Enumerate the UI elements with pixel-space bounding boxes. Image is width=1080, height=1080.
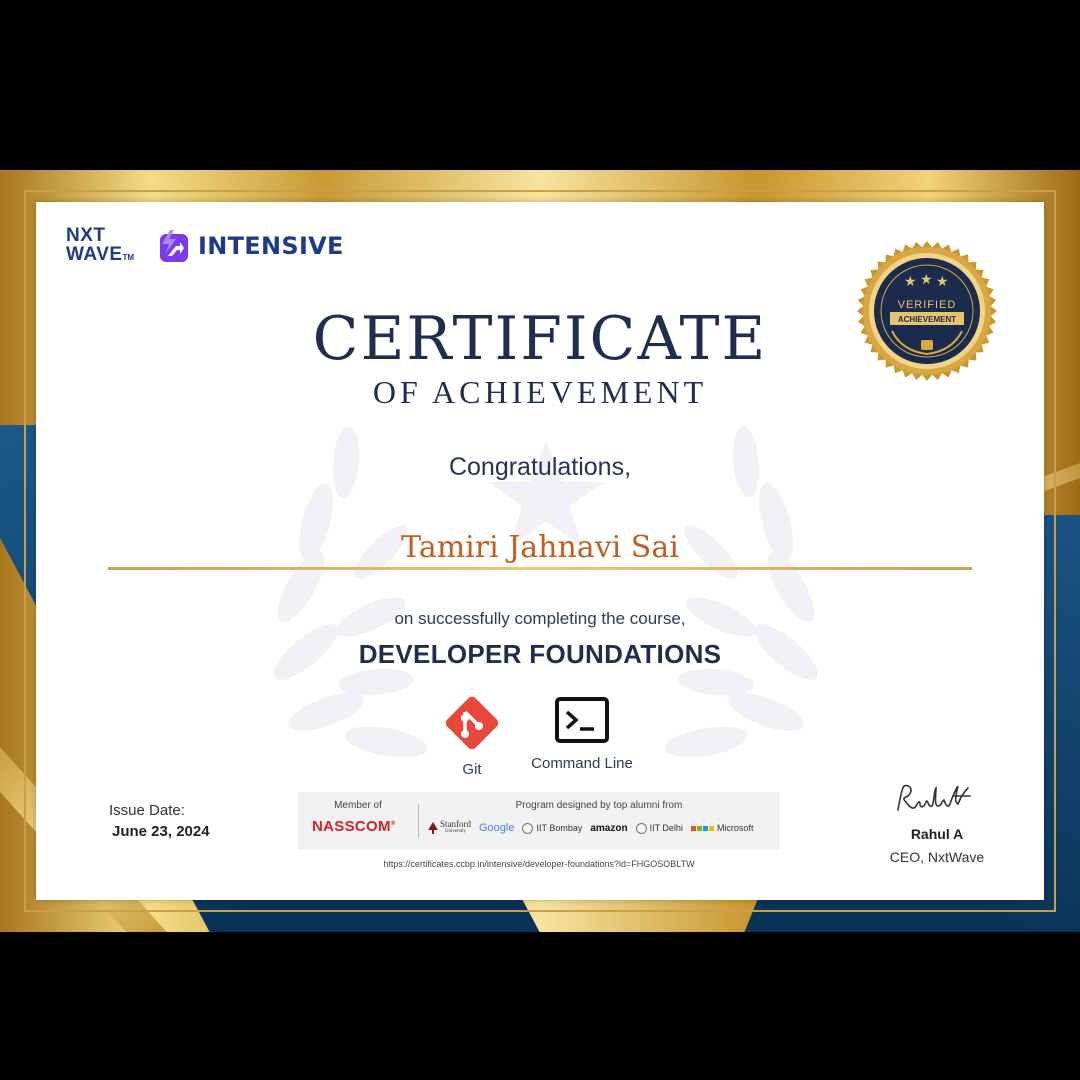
certificate-title: CERTIFICATE bbox=[312, 304, 768, 374]
program-designed-label: Program designed by top alumni from bbox=[515, 800, 683, 811]
tool-command-line: Command Line bbox=[520, 696, 644, 773]
iit-bombay-emblem-icon bbox=[522, 822, 534, 834]
amazon-logo: amazon bbox=[590, 822, 628, 834]
partners-panel: Member of NASSCOM® Program designed by t… bbox=[298, 792, 780, 850]
alumni-logos-row: Stanford University Google IIT Bombay am… bbox=[428, 819, 776, 837]
microsoft-logo: Microsoft bbox=[690, 823, 753, 833]
signature-image bbox=[897, 784, 971, 811]
issue-date-value: June 23, 2024 bbox=[112, 823, 210, 840]
svg-text:★: ★ bbox=[936, 274, 949, 290]
congratulations-text: Congratulations, bbox=[448, 453, 632, 481]
issue-date-label: Issue Date: bbox=[109, 802, 185, 819]
iit-bombay-logo: IIT Bombay bbox=[522, 822, 582, 834]
tool-git: Git bbox=[432, 690, 512, 779]
microsoft-squares-icon bbox=[690, 825, 714, 831]
certificate-frame: NXT WAVETM INTENSIVE ★ ★ ★ VERIFIED ACHI… bbox=[0, 170, 1080, 932]
verification-url[interactable]: https://certificates.ccbp.in/intensive/d… bbox=[298, 859, 780, 869]
signatory-name: Rahul A bbox=[910, 826, 964, 842]
intensive-bolt-icon bbox=[160, 230, 188, 262]
member-of-label: Member of bbox=[334, 800, 382, 811]
nxtwave-logo-line1: NXT bbox=[66, 225, 106, 246]
tool-command-line-label: Command Line bbox=[531, 755, 633, 772]
intensive-logo: INTENSIVE bbox=[156, 224, 344, 268]
terminal-icon bbox=[555, 697, 609, 743]
iit-delhi-logo: IIT Delhi bbox=[635, 822, 683, 834]
course-name: DEVELOPER FOUNDATIONS bbox=[358, 639, 722, 669]
certificate-card: NXT WAVETM INTENSIVE ★ ★ ★ VERIFIED ACHI… bbox=[36, 202, 1044, 900]
certificate-subtitle: OF ACHIEVEMENT bbox=[372, 374, 708, 410]
stanford-tree-icon bbox=[428, 822, 438, 834]
trademark-mark: TM bbox=[122, 253, 135, 262]
signatory-role: CEO, NxtWave bbox=[889, 849, 985, 865]
svg-text:★: ★ bbox=[904, 274, 917, 290]
name-underline bbox=[108, 567, 972, 570]
stanford-logo: Stanford University bbox=[428, 820, 471, 836]
completion-text: on successfully completing the course, bbox=[394, 609, 686, 628]
git-icon bbox=[445, 696, 499, 750]
google-logo: Google bbox=[479, 822, 515, 834]
tool-git-label: Git bbox=[462, 761, 482, 778]
iit-delhi-emblem-icon bbox=[635, 822, 647, 834]
nxtwave-logo-line2: WAVE bbox=[66, 244, 123, 265]
nxtwave-logo: NXT WAVETM bbox=[66, 226, 146, 266]
nasscom-logo: NASSCOM® bbox=[312, 818, 396, 835]
recipient-name: Tamiri Jahnavi Sai bbox=[401, 530, 679, 565]
intensive-wordmark: INTENSIVE bbox=[198, 232, 344, 260]
svg-text:★: ★ bbox=[920, 272, 933, 288]
